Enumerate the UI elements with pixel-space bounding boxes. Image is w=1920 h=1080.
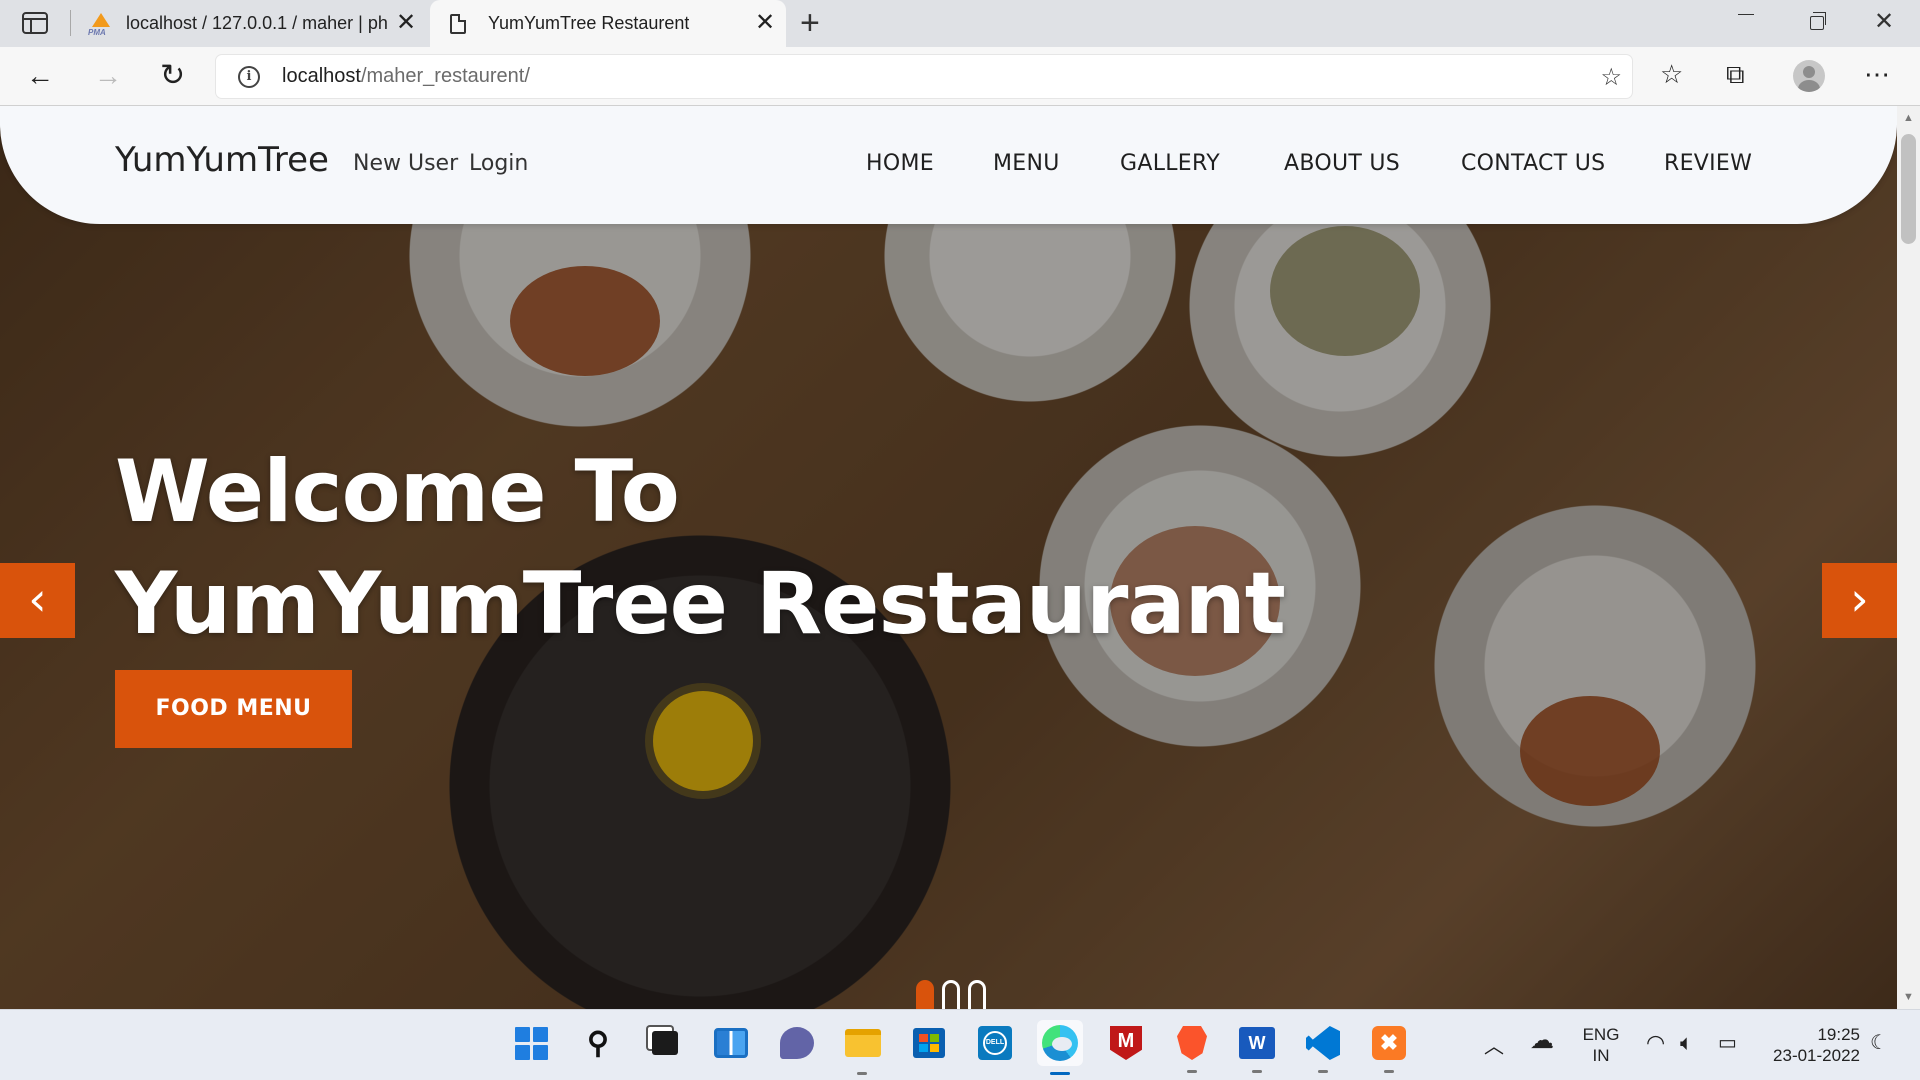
site-info-icon[interactable]: i [238,66,260,88]
clock-time: 19:25 [1817,1025,1860,1044]
widgets-icon[interactable] [711,1023,751,1063]
volume-icon[interactable]: 🔈︎ [1680,1030,1693,1056]
carousel-indicator-1[interactable] [916,980,934,1009]
nav-menu[interactable]: MENU [993,151,1060,176]
brave-icon[interactable] [1172,1023,1212,1073]
mcafee-icon[interactable]: M [1106,1023,1146,1063]
food-menu-button[interactable]: FOOD MENU [115,670,352,748]
language-indicator[interactable]: ENG IN [1578,1024,1624,1066]
onedrive-cloud-icon[interactable]: ☁ [1530,1026,1554,1055]
page-icon [450,13,466,34]
scroll-down-icon[interactable]: ▼ [1903,991,1914,1003]
login-link[interactable]: Login [469,151,528,176]
nav-contact-us[interactable]: CONTACT US [1461,151,1605,176]
new-user-link[interactable]: New User [353,151,458,176]
file-explorer-icon[interactable] [843,1023,883,1075]
microsoft-store-icon[interactable] [909,1023,949,1063]
page-viewport: YumYumTree New User Login HOME MENU GALL… [0,106,1897,1009]
carousel-indicators [916,980,986,1009]
scrollbar-thumb[interactable] [1901,134,1916,244]
back-icon[interactable]: ← [26,61,54,91]
site-navbar: YumYumTree New User Login HOME MENU GALL… [0,106,1897,224]
carousel-indicator-2[interactable] [942,980,960,1009]
notifications-moon-icon[interactable]: ☾ [1870,1030,1888,1055]
nav-about-us[interactable]: ABOUT US [1284,151,1400,176]
close-tab-icon[interactable]: ✕ [396,9,416,37]
hero-title-line1: Welcome To [115,442,680,542]
more-options-icon[interactable]: ⋯ [1864,59,1891,90]
language-code: ENG [1582,1025,1620,1044]
collections-icon[interactable]: ⧉ [1726,59,1745,89]
edge-icon[interactable] [1037,1020,1083,1075]
favorites-icon[interactable]: ☆ [1660,59,1683,89]
tab-separator [70,10,71,36]
dell-icon[interactable]: DELL [975,1023,1015,1063]
vscode-icon[interactable] [1303,1023,1343,1073]
forward-icon[interactable]: → [94,61,122,91]
browser-tab-strip: PMA localhost / 127.0.0.1 / maher | ph ✕… [0,0,1920,47]
tab-actions-icon[interactable] [22,12,48,34]
hero-title: Welcome To YumYumTree Restaurant [115,436,1286,660]
site-brand[interactable]: YumYumTree [115,140,329,180]
wifi-icon[interactable]: ◠ [1646,1030,1665,1056]
minimize-icon[interactable] [1738,14,1754,15]
start-icon[interactable] [511,1023,551,1063]
close-tab-icon[interactable]: ✕ [755,9,775,37]
profile-avatar[interactable] [1793,60,1825,92]
battery-icon[interactable]: ▭ [1718,1030,1737,1055]
show-hidden-icons-icon[interactable]: ︿ [1484,1030,1504,1059]
phpmyadmin-icon: PMA [88,12,114,37]
nav-home[interactable]: HOME [866,151,934,176]
tab-title: YumYumTree Restaurent [488,13,690,33]
word-icon[interactable]: W [1237,1023,1277,1073]
add-favorite-icon[interactable]: ☆ [1600,63,1622,92]
nav-gallery[interactable]: GALLERY [1120,151,1220,176]
scroll-up-icon[interactable]: ▲ [1903,112,1914,124]
close-window-icon[interactable]: ✕ [1874,9,1894,35]
region-code: IN [1592,1046,1610,1065]
hero-title-line2: YumYumTree Restaurant [115,554,1286,654]
xampp-icon[interactable]: ✖ [1369,1023,1409,1073]
clock[interactable]: 19:25 23-01-2022 [1760,1024,1860,1066]
tab-phpmyadmin[interactable]: PMA localhost / 127.0.0.1 / maher | ph [88,0,426,47]
address-bar[interactable]: i localhost/maher_restaurent/ ☆ [216,55,1632,98]
nav-review[interactable]: REVIEW [1664,151,1752,176]
teams-chat-icon[interactable] [777,1023,817,1063]
search-icon[interactable]: ⚲ [578,1023,618,1063]
carousel-prev-button[interactable]: ‹ [0,563,75,638]
task-view-icon[interactable] [645,1023,685,1063]
tab-title: localhost / 127.0.0.1 / maher | ph [126,13,388,33]
refresh-icon[interactable]: ↻ [160,61,185,91]
carousel-indicator-3[interactable] [968,980,986,1009]
address-toolbar: ← → ↻ i localhost/maher_restaurent/ ☆ ☆ … [0,47,1920,106]
carousel-next-button[interactable]: › [1822,563,1897,638]
url-text[interactable]: localhost/maher_restaurent/ [282,65,530,88]
clock-date: 23-01-2022 [1773,1046,1860,1065]
new-tab-button[interactable]: + [800,6,820,40]
tab-yumyumtree[interactable]: YumYumTree Restaurent [430,0,786,47]
restore-icon[interactable] [1810,12,1826,30]
windows-taskbar: ⚲ DELL M W ✖ ︿ ☁ ENG IN ◠ 🔈︎ ▭ 19:25 23-… [0,1009,1920,1080]
page-scrollbar[interactable]: ▲ ▼ [1897,106,1920,1009]
